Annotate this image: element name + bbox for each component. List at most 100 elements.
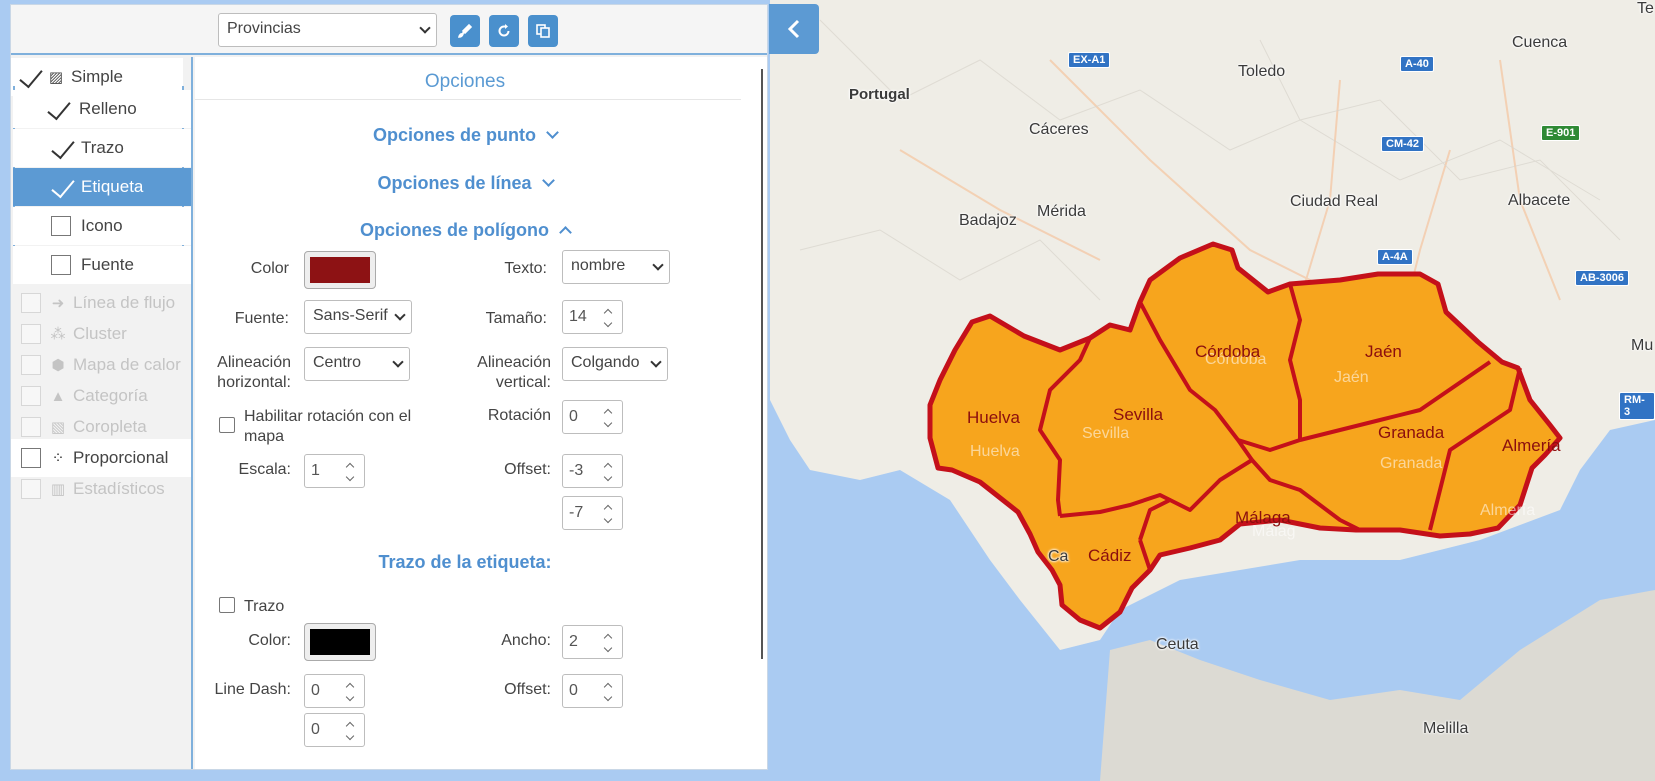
texto-select[interactable]: nombre — [562, 250, 670, 284]
choropleth-icon: ▧ — [50, 419, 66, 436]
stroke-offset-value: 0 — [569, 682, 578, 699]
road-shield: EX-A1 — [1068, 52, 1111, 68]
sidebar-item-label: Mapa de calor — [73, 355, 181, 374]
rotate-with-map-label: Habilitar rotación con el mapa — [244, 407, 444, 447]
stepper-arrows-icon[interactable] — [600, 681, 616, 703]
style-panel: Provincias ▨ Simple Relleno Trazo Etique… — [10, 4, 768, 770]
checkbox[interactable] — [21, 448, 41, 468]
brush-button[interactable] — [450, 15, 480, 47]
checkbox[interactable] — [21, 293, 41, 313]
checkbox[interactable] — [21, 386, 41, 406]
offset-x-stepper[interactable]: -3 — [562, 454, 623, 488]
province-label-almeria: Almería — [1502, 436, 1561, 455]
stroke-checkbox[interactable] — [219, 597, 235, 613]
rotacion-label: Rotación — [487, 407, 551, 424]
align-v-label: Alineación vertical: — [459, 353, 551, 393]
stepper-arrows-icon[interactable] — [600, 307, 616, 329]
section-polygon-options[interactable]: Opciones de polígono — [195, 220, 735, 241]
align-h-label-line2: horizontal: — [217, 374, 291, 391]
bar-chart-icon: ▥ — [50, 481, 66, 498]
rotate-with-map-checkbox[interactable] — [219, 417, 235, 433]
chevron-down-icon — [419, 22, 431, 34]
map-label-melilla: Melilla — [1423, 720, 1469, 737]
sidebar-item-label: Categoría — [73, 386, 148, 405]
offset-x-value: -3 — [569, 462, 584, 479]
sidebar-item-etiqueta[interactable]: Etiqueta — [13, 168, 191, 206]
sidebar-item-label: Simple — [71, 67, 123, 86]
line-dash-value: 0 — [311, 682, 320, 699]
size-stepper[interactable]: 14 — [562, 300, 623, 334]
sidebar-item-trazo[interactable]: Trazo — [13, 129, 191, 167]
sidebar-item-icono[interactable]: Icono — [13, 207, 191, 245]
checkbox[interactable] — [21, 355, 41, 375]
brush-icon — [457, 23, 473, 38]
sidebar-item-label: Fuente — [81, 255, 134, 274]
font-select[interactable]: Sans-Serif — [304, 300, 412, 334]
section-line-options[interactable]: Opciones de línea — [195, 173, 735, 194]
map-label-cuenca: Cuenca — [1512, 34, 1568, 51]
stroke-offset-stepper[interactable]: 0 — [562, 674, 623, 708]
sidebar-item-label: Relleno — [79, 99, 137, 118]
reset-button[interactable] — [489, 15, 519, 47]
offset-y-stepper[interactable]: -7 — [562, 496, 623, 530]
road-shield: A-4A — [1377, 249, 1413, 265]
road-shield: AB-3006 — [1575, 270, 1630, 286]
chevron-down-icon — [546, 126, 559, 139]
offset-label: Offset: — [504, 461, 551, 478]
stepper-arrows-icon[interactable] — [342, 720, 358, 742]
checkbox[interactable] — [21, 417, 41, 437]
check-icon — [47, 99, 69, 119]
section-point-options[interactable]: Opciones de punto — [195, 125, 735, 146]
stepper-arrows-icon[interactable] — [600, 461, 616, 483]
map-label-albacete: Albacete — [1508, 192, 1571, 209]
tamano-label: Tamaño: — [485, 310, 547, 327]
ghost-label-sevilla: Sevilla — [1082, 425, 1130, 442]
sidebar-item-label: Trazo — [81, 138, 124, 157]
stepper-arrows-icon[interactable] — [342, 461, 358, 483]
options-title: Opciones — [424, 71, 506, 92]
copy-button[interactable] — [528, 15, 558, 47]
fill-color-picker[interactable] — [304, 251, 376, 289]
stroke-color-picker[interactable] — [304, 623, 376, 661]
trazo-label: Trazo — [244, 598, 285, 615]
arrow-right-icon: ➜ — [51, 295, 65, 312]
line-dash-stepper-1[interactable]: 0 — [304, 674, 365, 708]
collapse-panel-button[interactable] — [769, 4, 819, 54]
check-icon — [19, 67, 41, 87]
stepper-arrows-icon[interactable] — [600, 407, 616, 429]
checkbox[interactable] — [51, 255, 71, 275]
check-icon — [51, 138, 73, 158]
align-v-select[interactable]: Colgando — [562, 347, 668, 381]
sidebar-item-estadisticos[interactable]: ▥ Estadísticos — [11, 470, 191, 508]
line-dash-value: 0 — [311, 721, 320, 738]
stepper-arrows-icon[interactable] — [600, 503, 616, 525]
scale-stepper[interactable]: 1 — [304, 454, 365, 488]
chevron-down-icon — [541, 174, 555, 187]
province-label-cordoba: Córdoba — [1195, 342, 1261, 361]
scale-value: 1 — [311, 462, 320, 479]
stepper-arrows-icon[interactable] — [600, 632, 616, 654]
options-scrollbar[interactable] — [761, 69, 763, 659]
province-label-jaen: Jaén — [1365, 342, 1402, 361]
checkbox[interactable] — [51, 216, 71, 236]
panel-toolbar: Provincias — [11, 5, 767, 55]
section-label-stroke: Trazo de la etiqueta: — [378, 552, 552, 572]
align-h-select[interactable]: Centro — [304, 347, 410, 381]
layer-select[interactable]: Provincias — [218, 13, 437, 47]
rotation-stepper[interactable]: 0 — [562, 400, 623, 434]
map-label-mu: Mu — [1631, 337, 1654, 354]
line-dash-stepper-2[interactable]: 0 — [304, 713, 365, 747]
road-shield: E-901 — [1541, 125, 1581, 141]
province-label-huelva: Huelva — [967, 408, 1020, 427]
color-swatch — [310, 629, 370, 655]
stepper-arrows-icon[interactable] — [342, 681, 358, 703]
province-label-cadiz: Cádiz — [1088, 546, 1132, 565]
checkbox[interactable] — [21, 479, 41, 499]
sidebar-item-relleno[interactable]: Relleno — [13, 90, 191, 128]
check-icon — [51, 177, 73, 197]
stroke-width-stepper[interactable]: 2 — [562, 625, 623, 659]
sidebar-item-fuente[interactable]: Fuente — [13, 246, 191, 284]
map-label-toledo: Toledo — [1238, 63, 1286, 80]
checkbox[interactable] — [21, 324, 41, 344]
map-label-ca: Ca — [1048, 548, 1069, 565]
